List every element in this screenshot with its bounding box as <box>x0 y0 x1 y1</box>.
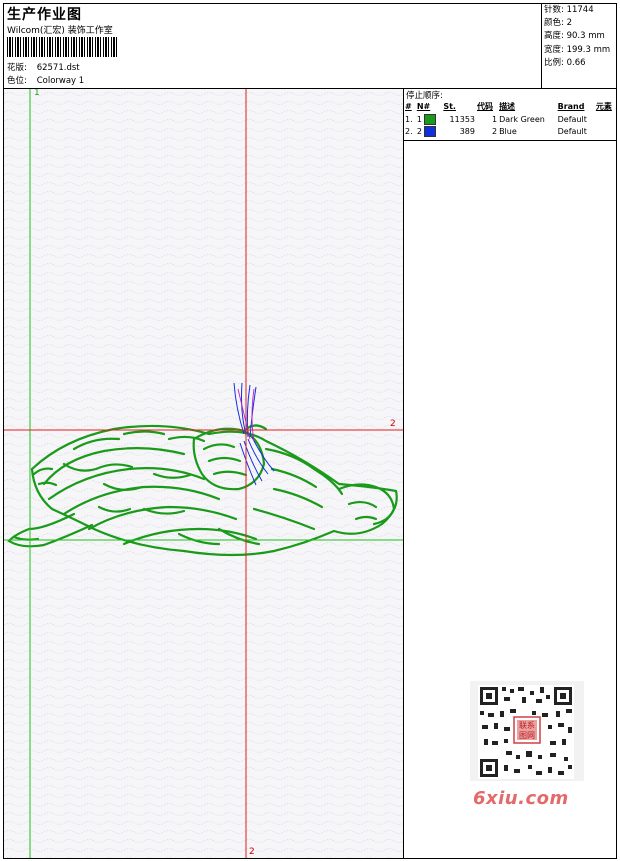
design-value: 62571.dst <box>36 63 80 73</box>
col-brand: Brand <box>557 102 585 111</box>
table-row: 1. 1 11353 1 Dark Green Default <box>405 113 587 125</box>
stamp-text: 联系图网 <box>519 721 535 740</box>
col-element: 元素 <box>595 102 612 111</box>
col-code: 代码 <box>477 102 493 111</box>
corner-label: 1 <box>34 89 40 98</box>
page-title: 生产作业图 <box>7 7 82 23</box>
watermark-text: 6xiu.com <box>473 788 569 809</box>
color-swatch <box>424 125 437 137</box>
embroidery-preview <box>4 89 403 858</box>
stat-stitches: 针数: 11744 <box>544 5 594 15</box>
colorway-row: 色位: Colorway 1 <box>7 74 84 86</box>
col-n: N# <box>416 102 431 111</box>
stat-colors: 颜色: 2 <box>544 18 572 29</box>
qr-code-watermark: 联系图网 <box>470 681 584 781</box>
stats-panel: 针数: 11744 颜色: 2 高度: 90.3 mm 宽度: 199.3 mm… <box>541 3 617 89</box>
stat-width: 宽度: 199.3 mm <box>544 44 611 55</box>
stat-scale: 比例: 0.66 <box>544 57 586 68</box>
col-description: 描述 <box>499 102 516 111</box>
design-row: 花版: 62571.dst <box>7 61 80 73</box>
company-name: Wilcom(汇宏) 装饰工作室 <box>7 26 113 36</box>
design-canvas: 1 2 2 <box>4 89 404 858</box>
vline-label: 2 <box>249 847 255 857</box>
stat-height: 高度: 90.3 mm <box>544 31 605 42</box>
stop-sequence-panel: 停止顺序: # N# St. 代码 描述 Brand 元素 1. 1 11353… <box>404 89 617 141</box>
colorway-label: 色位: <box>7 76 27 86</box>
color-swatch <box>424 113 437 125</box>
stop-sequence-table: # N# St. 代码 描述 Brand 元素 1. 1 11353 1 Dar… <box>404 100 617 137</box>
col-stitches: St. <box>443 102 456 111</box>
col-index: # <box>405 102 412 111</box>
barcode <box>7 37 117 57</box>
table-header-row: # N# St. 代码 描述 Brand 元素 <box>404 100 617 113</box>
hline-label: 2 <box>390 419 396 429</box>
fabric-texture <box>4 89 403 858</box>
table-row: 2. 2 389 2 Blue Default <box>405 125 587 137</box>
colorway-value: Colorway 1 <box>36 76 85 86</box>
design-label: 花版: <box>7 63 27 73</box>
